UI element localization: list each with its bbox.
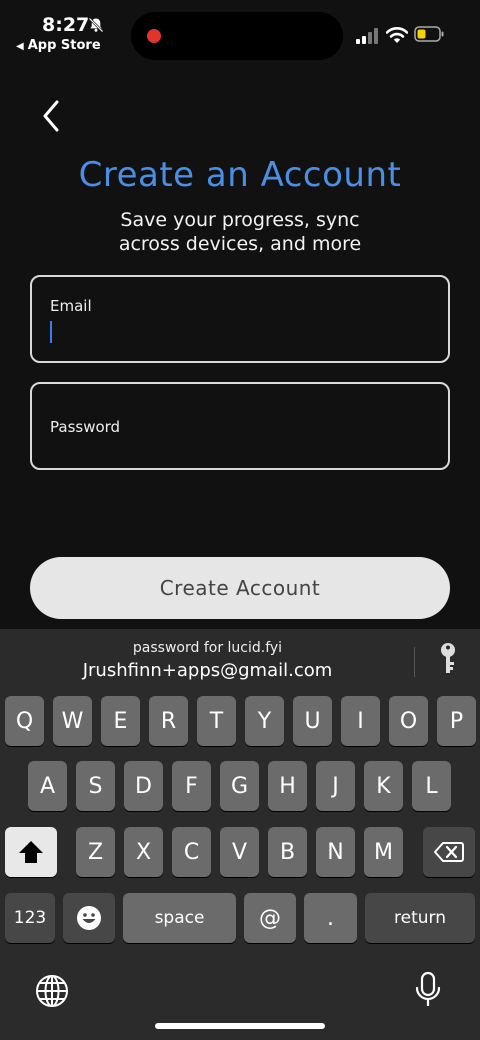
key-l[interactable]: L	[412, 761, 451, 811]
numbers-key[interactable]: 123	[5, 893, 55, 943]
key-b[interactable]: B	[268, 827, 307, 877]
home-indicator	[155, 1023, 325, 1029]
key-a[interactable]: A	[28, 761, 67, 811]
silent-bell-icon	[88, 17, 104, 33]
key-c[interactable]: C	[172, 827, 211, 877]
key-q[interactable]: Q	[5, 696, 44, 746]
key-d[interactable]: D	[124, 761, 163, 811]
space-key[interactable]: space	[123, 893, 236, 943]
microphone-icon[interactable]	[414, 971, 442, 1009]
globe-icon[interactable]	[34, 973, 70, 1009]
autofill-suggestion-caption: password for lucid.fyi	[132, 640, 283, 656]
page-subtitle: Save your progress, sync across devices,…	[118, 209, 362, 255]
email-field[interactable]: Email	[30, 275, 450, 363]
key-n[interactable]: N	[316, 827, 355, 877]
passwords-key-icon[interactable]	[436, 641, 460, 677]
key-o[interactable]: O	[389, 696, 428, 746]
backspace-icon	[434, 842, 464, 862]
return-key[interactable]: return	[365, 893, 475, 943]
key-j[interactable]: J	[316, 761, 355, 811]
status-time: 8:27	[42, 14, 90, 36]
status-bar: 8:27 ◀ App Store	[0, 0, 480, 64]
back-to-app-store[interactable]: ◀ App Store	[16, 38, 101, 53]
key-w[interactable]: W	[53, 696, 92, 746]
key-y[interactable]: Y	[245, 696, 284, 746]
delete-key[interactable]	[423, 827, 475, 877]
text-cursor	[50, 321, 52, 343]
page-title: Create an Account	[78, 155, 402, 195]
password-field[interactable]: Password	[30, 382, 450, 470]
password-autofill-bar[interactable]: password for lucid.fyi Jrushfinn+apps@gm…	[0, 629, 480, 691]
password-label: Password	[50, 418, 121, 436]
key-i[interactable]: I	[341, 696, 380, 746]
recording-indicator	[147, 29, 161, 43]
cellular-signal-icon	[356, 28, 378, 44]
key-e[interactable]: E	[101, 696, 140, 746]
period-key[interactable]: .	[304, 893, 357, 943]
key-x[interactable]: X	[124, 827, 163, 877]
keyboard: password for lucid.fyi Jrushfinn+apps@gm…	[0, 629, 480, 1040]
key-p[interactable]: P	[437, 696, 476, 746]
key-r[interactable]: R	[149, 696, 188, 746]
key-s[interactable]: S	[76, 761, 115, 811]
key-m[interactable]: M	[364, 827, 403, 877]
suggestion-divider	[414, 647, 415, 677]
emoji-key[interactable]	[63, 893, 115, 943]
key-g[interactable]: G	[220, 761, 259, 811]
back-chevron-icon[interactable]	[38, 98, 66, 134]
shift-arrow-icon	[19, 841, 43, 863]
key-f[interactable]: F	[172, 761, 211, 811]
emoji-face-icon	[77, 906, 101, 930]
key-h[interactable]: H	[268, 761, 307, 811]
wifi-icon	[386, 27, 408, 43]
key-v[interactable]: V	[220, 827, 259, 877]
create-account-button[interactable]: Create Account	[30, 557, 450, 619]
key-z[interactable]: Z	[76, 827, 115, 877]
battery-low-icon	[414, 26, 444, 42]
email-label: Email	[50, 297, 92, 315]
key-k[interactable]: K	[364, 761, 403, 811]
at-key[interactable]: @	[244, 893, 296, 943]
key-u[interactable]: U	[293, 696, 332, 746]
dynamic-island	[131, 12, 343, 60]
key-t[interactable]: T	[197, 696, 236, 746]
autofill-suggestion[interactable]: Jrushfinn+apps@gmail.com	[0, 660, 415, 681]
shift-key[interactable]	[5, 827, 57, 877]
